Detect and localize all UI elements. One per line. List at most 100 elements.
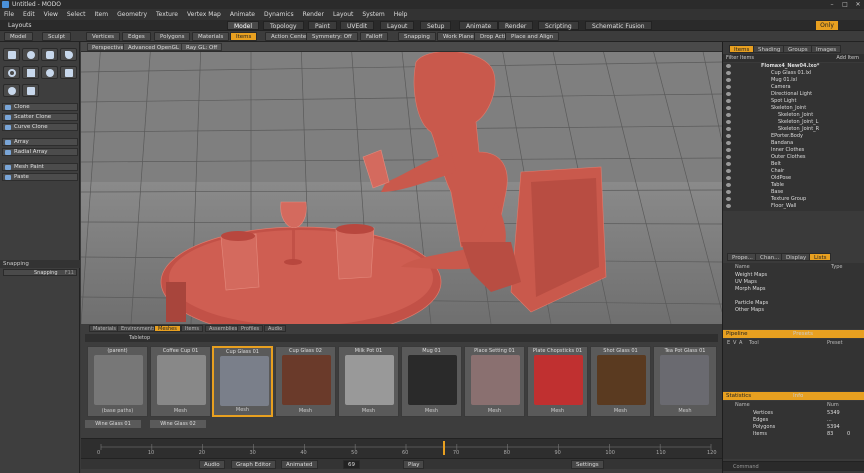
materials-select-button[interactable]: Materials: [192, 32, 230, 41]
tile-wine-glass-01[interactable]: Wine Glass 01: [85, 420, 141, 428]
eye-icon[interactable]: [726, 169, 731, 173]
list-item[interactable]: Skeleton_Joint: [723, 112, 864, 119]
menu-render[interactable]: Render: [303, 11, 324, 18]
only-toggle[interactable]: Only: [816, 21, 838, 30]
list-item[interactable]: Texture Group: [723, 196, 864, 203]
tab-properties[interactable]: Prope...: [727, 253, 758, 261]
menu-layout[interactable]: Layout: [333, 11, 353, 18]
settings-button[interactable]: Settings: [571, 460, 604, 469]
tile-tea-pot-glass[interactable]: Tea Pot Glass 01 Mesh: [653, 346, 717, 417]
sculpt-mode-button[interactable]: Sculpt: [42, 32, 72, 41]
menu-texture[interactable]: Texture: [156, 11, 178, 18]
eye-icon[interactable]: [726, 148, 731, 152]
layouts-label[interactable]: Layouts: [2, 21, 38, 30]
list-item[interactable]: Base: [723, 189, 864, 196]
asset-path[interactable]: Tabletop: [129, 335, 150, 341]
list-item[interactable]: Other Maps: [723, 307, 864, 314]
asset-tab-items[interactable]: Items: [181, 325, 203, 332]
polygons-select-button[interactable]: Polygons: [154, 32, 191, 41]
list-item[interactable]: Particle Maps: [723, 300, 864, 307]
element-move-icon[interactable]: [22, 84, 39, 97]
list-item[interactable]: Bandana: [723, 140, 864, 147]
menu-dynamics[interactable]: Dynamics: [264, 11, 294, 18]
tab-lists[interactable]: Lists: [809, 253, 832, 261]
tile-cup-glass-02[interactable]: Cup Glass 02 Mesh: [275, 346, 336, 417]
advanced-opengl-dropdown[interactable]: Advanced OpenGL: [123, 43, 184, 51]
array-button[interactable]: Array: [2, 138, 78, 146]
eye-icon[interactable]: [726, 134, 731, 138]
sphere-prim-icon[interactable]: [22, 48, 39, 61]
eye-icon[interactable]: [726, 141, 731, 145]
tile-mug[interactable]: Mug 01 Mesh: [401, 346, 462, 417]
table-row[interactable]: Vertices 5349: [723, 410, 864, 417]
layout-tab-scripting[interactable]: Scripting: [538, 21, 579, 30]
info-tab[interactable]: Info: [793, 392, 803, 400]
list-item[interactable]: Skeleton_Joint: [723, 105, 864, 112]
layout-tab-render[interactable]: Render: [498, 21, 534, 30]
tile-parent[interactable]: (parent) (base paths): [87, 346, 148, 417]
tile-wine-glass-02[interactable]: Wine Glass 02: [150, 420, 206, 428]
eye-icon[interactable]: [726, 106, 731, 110]
table-row[interactable]: Items 83 0: [723, 431, 864, 438]
asset-tab-materials[interactable]: Materials: [89, 325, 120, 332]
eye-icon[interactable]: [726, 64, 731, 68]
eye-icon[interactable]: [726, 176, 731, 180]
paste-button[interactable]: Paste: [2, 173, 78, 181]
curve-clone-button[interactable]: Curve Clone: [2, 123, 78, 131]
list-item[interactable]: Skeleton_Joint_L: [723, 119, 864, 126]
tile-shot-glass[interactable]: Shot Glass 01 Mesh: [590, 346, 651, 417]
eye-icon[interactable]: [726, 183, 731, 187]
3d-viewport[interactable]: [81, 42, 722, 324]
tile-place-setting[interactable]: Place Setting 01 Mesh: [464, 346, 525, 417]
timeline-playhead[interactable]: [443, 441, 445, 455]
eye-icon[interactable]: [726, 190, 731, 194]
tile-coffee-cup[interactable]: Coffee Cup 01 Mesh: [150, 346, 211, 417]
table-row[interactable]: Polygons 5394: [723, 424, 864, 431]
list-item[interactable]: Flomax4_New04.lxo*: [723, 63, 864, 70]
layout-tab-uvedit[interactable]: UVEdit: [340, 21, 375, 30]
menu-view[interactable]: View: [44, 11, 58, 18]
list-item[interactable]: Skeleton_Joint_R: [723, 126, 864, 133]
snapping-button[interactable]: Snapping F11: [3, 269, 77, 276]
list-item[interactable]: Morph Maps: [723, 286, 864, 293]
tab-images[interactable]: Images: [811, 45, 842, 53]
layout-tab-setup[interactable]: Setup: [420, 21, 452, 30]
statistics-tab[interactable]: Statistics: [726, 393, 751, 399]
layout-tab-layout[interactable]: Layout: [380, 21, 415, 30]
tile-plate-chopsticks[interactable]: Plate Chopsticks 01 Mesh: [527, 346, 588, 417]
filter-items-field[interactable]: Filter Items: [726, 54, 754, 62]
list-item[interactable]: Table: [723, 182, 864, 189]
eye-icon[interactable]: [726, 99, 731, 103]
menu-item[interactable]: Item: [94, 11, 108, 18]
close-button[interactable]: ✕: [852, 0, 864, 9]
radial-array-button[interactable]: Radial Array: [2, 148, 78, 156]
rotate-tool-icon[interactable]: [41, 66, 58, 79]
frame-field[interactable]: 69: [343, 460, 360, 469]
play-button[interactable]: Play: [403, 460, 425, 469]
transform-tool-icon[interactable]: [3, 84, 20, 97]
list-item[interactable]: EPorter.Body: [723, 133, 864, 140]
edges-select-button[interactable]: Edges: [122, 32, 151, 41]
eye-icon[interactable]: [726, 204, 731, 208]
mesh-paint-button[interactable]: Mesh Paint: [2, 163, 78, 171]
list-item[interactable]: Belt: [723, 161, 864, 168]
list-item[interactable]: Directional Light: [723, 91, 864, 98]
eye-icon[interactable]: [726, 162, 731, 166]
layout-tab-paint[interactable]: Paint: [308, 21, 337, 30]
tab-display[interactable]: Display: [781, 253, 812, 261]
layout-tab-model[interactable]: Model: [227, 21, 260, 30]
menu-geometry[interactable]: Geometry: [117, 11, 147, 18]
tab-groups[interactable]: Groups: [783, 45, 813, 53]
asset-tab-assemblies[interactable]: Assemblies: [205, 325, 242, 332]
symmetry-dropdown[interactable]: Symmetry: Off: [306, 32, 358, 41]
asset-tab-meshes[interactable]: Meshes: [154, 325, 181, 332]
tile-milk-pot[interactable]: Milk Pot 01 Mesh: [338, 346, 399, 417]
command-input[interactable]: Command: [733, 462, 759, 472]
snapping-toggle[interactable]: Snapping: [398, 32, 436, 41]
menu-animate[interactable]: Animate: [230, 11, 255, 18]
scale-tool-icon[interactable]: [60, 66, 77, 79]
list-item[interactable]: Mug 01.lxl: [723, 77, 864, 84]
eye-icon[interactable]: [726, 71, 731, 75]
torus-prim-icon[interactable]: [3, 66, 20, 79]
items-select-button[interactable]: Items: [230, 32, 258, 41]
